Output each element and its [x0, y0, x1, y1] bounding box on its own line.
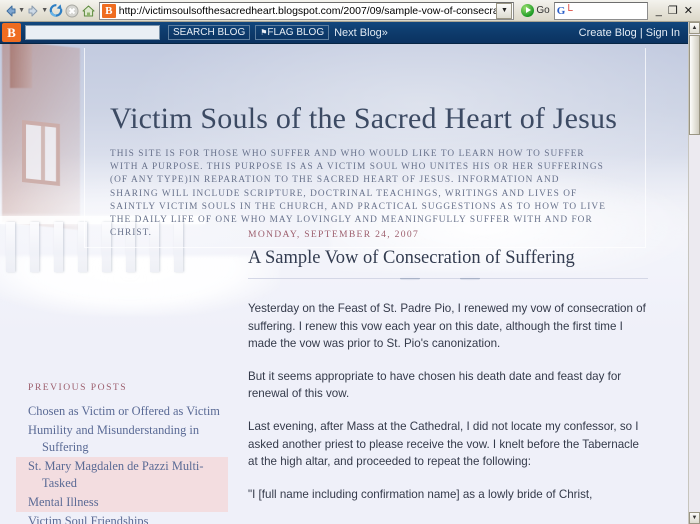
restore-button[interactable]: ❐	[668, 5, 678, 16]
flag-blog-label: FLAG BLOG	[267, 27, 325, 38]
stop-icon	[65, 4, 79, 17]
previous-post-link[interactable]: Chosen as Victim or Offered as Victim	[28, 403, 220, 419]
blog-title: Victim Souls of the Sacred Heart of Jesu…	[110, 102, 618, 135]
sign-in-link[interactable]: Sign In	[646, 27, 680, 39]
scroll-down-button[interactable]: ▼	[689, 512, 700, 524]
sidebar-heading-previous-posts: PREVIOUS POSTS	[28, 382, 128, 393]
address-dropdown-button[interactable]: ▼	[496, 2, 513, 19]
close-button[interactable]: ✕	[684, 5, 693, 16]
list-item[interactable]: Chosen as Victim or Offered as Victim	[16, 402, 228, 421]
scroll-up-button[interactable]: ▲	[689, 22, 700, 34]
chevron-up-icon: ▲	[691, 25, 698, 31]
list-item[interactable]: Humility and Misunderstanding in Sufferi…	[16, 421, 228, 457]
scrollbar-thumb[interactable]	[689, 35, 700, 135]
post-title[interactable]: A Sample Vow of Consecration of Sufferin…	[248, 248, 648, 278]
minimize-button[interactable]: _	[656, 5, 662, 16]
go-button[interactable]: Go	[517, 2, 553, 20]
create-blog-link[interactable]: Create Blog	[579, 27, 637, 39]
address-bar-url[interactable]: http://victimsoulsofthesacredheart.blogs…	[119, 5, 497, 17]
previous-post-link[interactable]: Mental Illness	[28, 494, 99, 510]
browser-toolbar: ▼ ▼ B http://victimsoulsofthesacredheart…	[0, 0, 700, 22]
previous-post-link[interactable]: Humility and Misunderstanding in Sufferi…	[28, 422, 224, 455]
post-column: MONDAY, SEPTEMBER 24, 2007 A Sample Vow …	[248, 229, 648, 518]
list-item[interactable]: Mental Illness	[16, 493, 228, 513]
post-paragraph: "I [full name including confirmation nam…	[248, 487, 593, 501]
forward-history-caret[interactable]: ▼	[41, 2, 48, 20]
post-title-divider	[248, 276, 648, 288]
post-paragraph: Last evening, after Mass at the Cathedra…	[248, 419, 639, 469]
forward-arrow-icon	[28, 5, 38, 16]
go-icon	[521, 4, 535, 17]
previous-posts-list: Chosen as Victim or Offered as Victim Hu…	[16, 402, 228, 524]
post-date: MONDAY, SEPTEMBER 24, 2007	[248, 229, 420, 240]
forward-button[interactable]	[25, 2, 41, 20]
search-blog-button[interactable]: SEARCH BLOG	[168, 25, 251, 40]
home-button[interactable]	[81, 2, 97, 20]
vertical-scrollbar[interactable]: ▲ ▼	[688, 22, 700, 524]
post-paragraph: But it seems appropriate to have chosen …	[248, 369, 622, 401]
site-favicon: B	[101, 3, 116, 18]
divider-ornament-right	[460, 276, 480, 281]
window-controls: _ ❐ ✕	[648, 5, 698, 16]
chevron-down-icon: ▼	[691, 515, 698, 521]
sidebar: PREVIOUS POSTS Chosen as Victim or Offer…	[16, 382, 228, 524]
blog-search-input[interactable]	[25, 25, 160, 40]
back-history-caret[interactable]: ▼	[18, 2, 25, 20]
next-blog-link[interactable]: Next Blog»	[334, 27, 388, 39]
blog-description: THIS SITE IS FOR THOSE WHO SUFFER AND WH…	[110, 149, 606, 239]
post-paragraph: Yesterday on the Feast of St. Padre Pio,…	[248, 302, 646, 351]
google-icon: G└	[556, 4, 573, 17]
home-icon	[82, 5, 95, 16]
browser-search-input[interactable]: G└	[553, 1, 648, 20]
post-body: Yesterday on the Feast of St. Padre Pio,…	[248, 300, 648, 503]
navbar-separator: |	[639, 26, 643, 39]
previous-post-link[interactable]: St. Mary Magdalen de Pazzi Multi-Tasked	[28, 458, 224, 491]
stop-button[interactable]	[64, 2, 80, 20]
flag-blog-button[interactable]: ⚑FLAG BLOG	[255, 25, 330, 40]
blogger-navbar: B SEARCH BLOG ⚑FLAG BLOG Next Blog» Crea…	[0, 22, 688, 44]
refresh-button[interactable]	[48, 2, 64, 20]
list-item[interactable]: Victim Soul Friendships	[16, 512, 228, 524]
blogger-logo-icon[interactable]: B	[2, 23, 21, 42]
divider-ornament-left	[400, 276, 420, 281]
refresh-icon	[50, 4, 63, 17]
previous-post-link[interactable]: Victim Soul Friendships	[28, 513, 148, 524]
back-arrow-icon	[6, 5, 16, 16]
list-item[interactable]: St. Mary Magdalen de Pazzi Multi-Tasked	[16, 457, 228, 494]
navbar-account-links: Create Blog | Sign In	[579, 27, 688, 39]
go-button-label: Go	[536, 5, 550, 16]
address-bar[interactable]: B http://victimsoulsofthesacredheart.blo…	[98, 1, 515, 20]
blog-page: Victim Souls of the Sacred Heart of Jesu…	[0, 44, 688, 524]
back-button[interactable]	[2, 2, 18, 20]
